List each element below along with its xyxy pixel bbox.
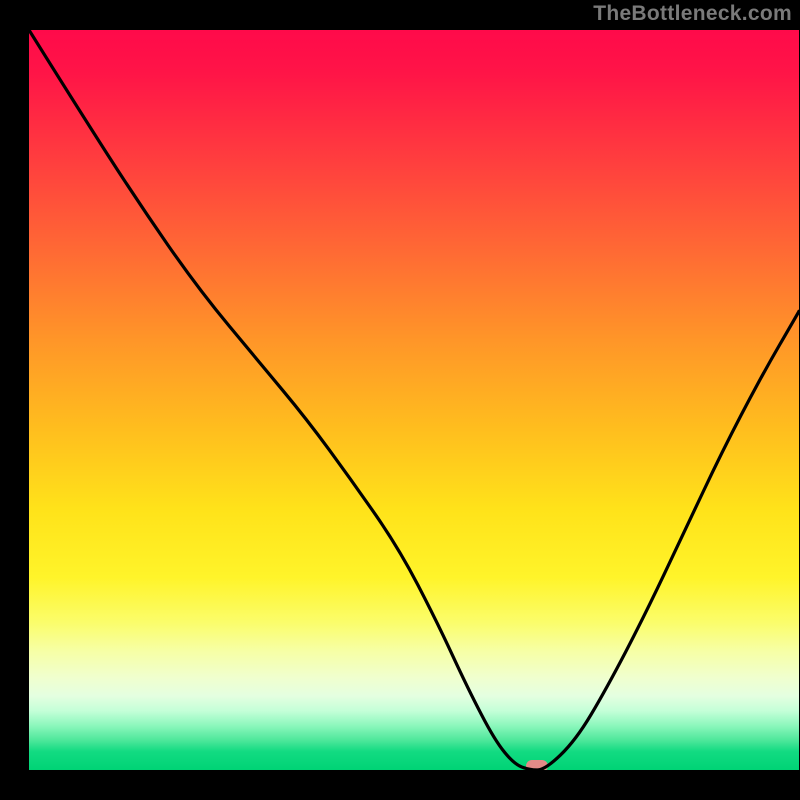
bottleneck-curve (29, 30, 799, 770)
chart-frame: TheBottleneck.com (0, 0, 800, 800)
watermark-text: TheBottleneck.com (593, 2, 792, 26)
plot-area (29, 30, 799, 770)
